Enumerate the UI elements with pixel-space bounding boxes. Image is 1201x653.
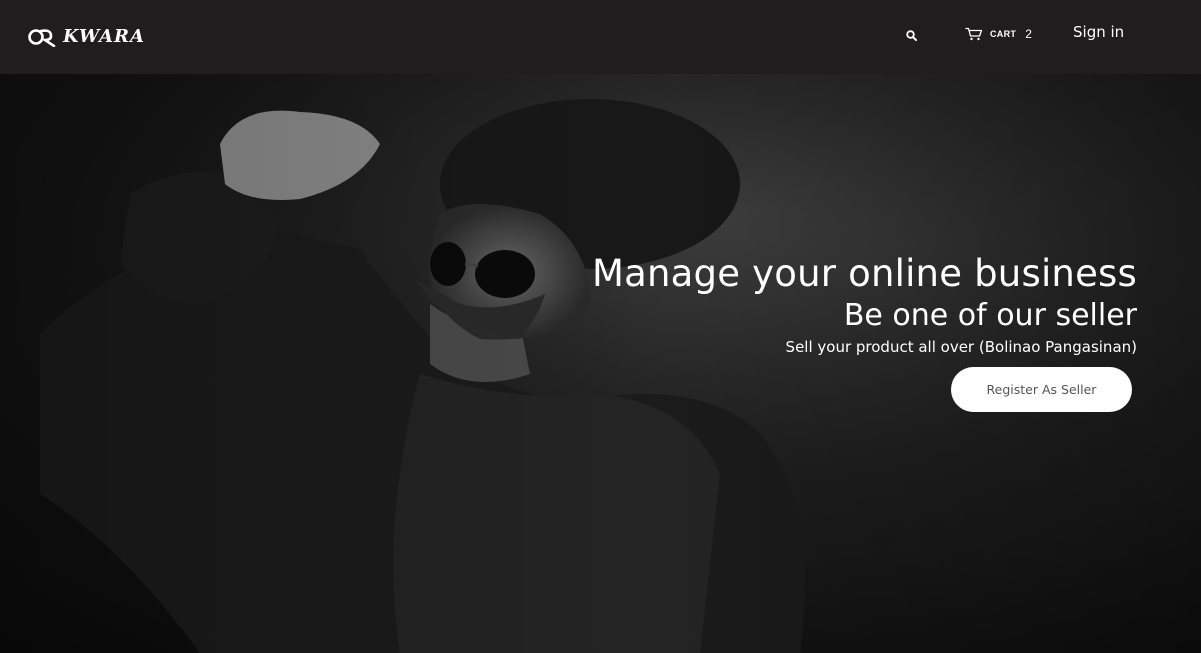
search-icon	[905, 29, 917, 41]
brand-logo-icon	[28, 28, 56, 47]
sign-in-link[interactable]: Sign in	[1073, 23, 1124, 41]
brand-name: KWARA	[63, 26, 145, 47]
cart-icon	[965, 27, 983, 41]
search-button[interactable]	[902, 26, 920, 44]
cart-count-badge: 2	[1025, 27, 1032, 41]
hero-background-photo	[0, 74, 1201, 653]
hero-text-block: Manage your online business Be one of ou…	[592, 252, 1137, 358]
cart-label: CART	[990, 29, 1017, 39]
cart-link[interactable]: CART 2	[965, 25, 1032, 43]
hero-subtitle: Be one of our seller	[843, 298, 1137, 333]
hero-title: Manage your online business	[592, 252, 1137, 295]
brand-logo-link[interactable]: KWARA	[27, 26, 145, 47]
hero-tagline: Sell your product all over (Bolinao Pang…	[785, 338, 1137, 356]
register-as-seller-button[interactable]: Register As Seller	[951, 367, 1132, 412]
navbar: KWARA CART 2 Sign in	[0, 0, 1201, 74]
hero-banner: Manage your online business Be one of ou…	[0, 74, 1201, 653]
page: KWARA CART 2 Sign in Manage your online …	[0, 0, 1201, 653]
